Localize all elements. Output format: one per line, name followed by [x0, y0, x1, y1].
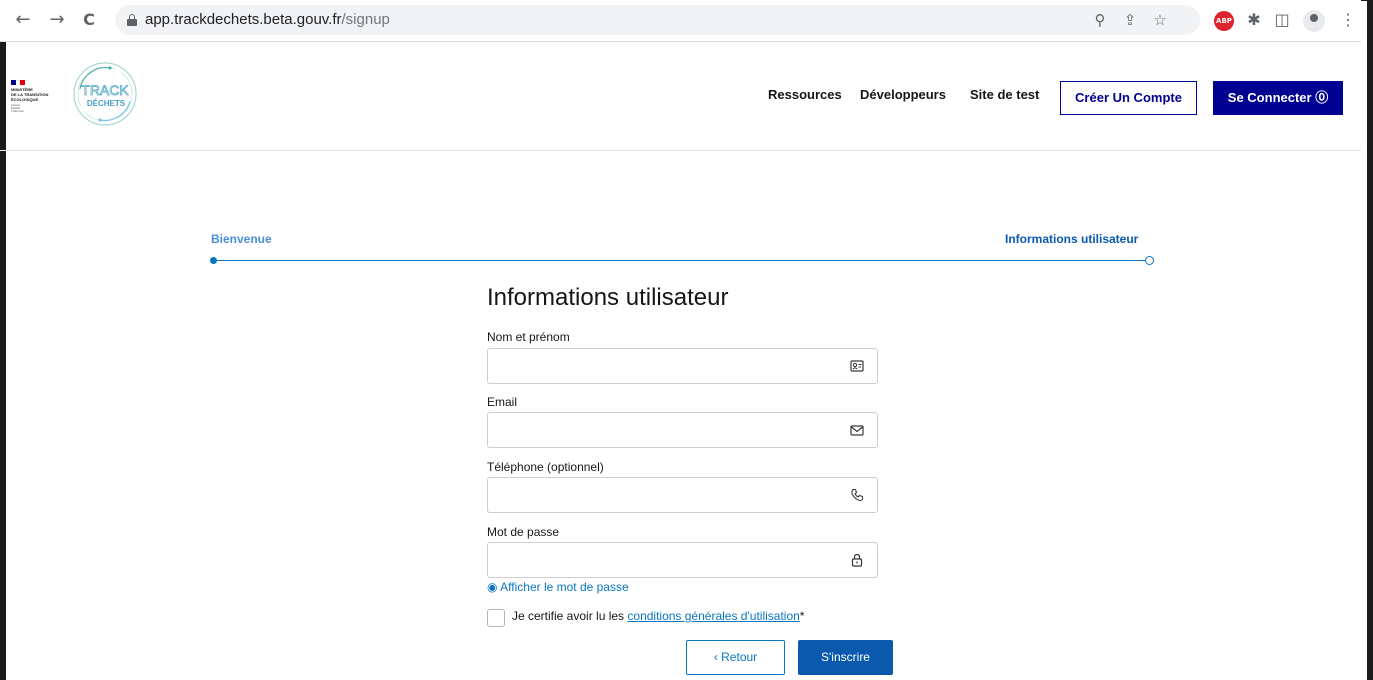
ministry-line: ÉCOLOGIQUE [11, 97, 39, 102]
back-button[interactable]: ‹ Retour [686, 640, 785, 675]
signup-button[interactable]: S'inscrire [798, 640, 893, 675]
show-password-toggle[interactable]: ◉ Afficher le mot de passe [487, 580, 629, 594]
logo-track-text: TRACK [81, 82, 129, 98]
flag-icon [11, 80, 26, 85]
cgu-prefix: Je certifie avoir lu les [512, 609, 628, 623]
email-label: Email [487, 395, 518, 409]
bookmark-star-icon[interactable]: ☆ [1150, 10, 1170, 30]
ministry-name: MINISTÈRE DE LA TRANSITION ÉCOLOGIQUE [11, 87, 71, 102]
phone-label: Téléphone (optionnel) [487, 460, 604, 474]
page-title: Informations utilisateur [487, 284, 729, 311]
password-label: Mot de passe [487, 525, 560, 539]
profile-avatar-icon[interactable] [1303, 10, 1325, 32]
republic-motto: Liberté Égalité Fraternité [11, 104, 71, 113]
phone-icon [851, 488, 864, 502]
adblock-plus-icon[interactable]: ABP [1214, 11, 1234, 31]
step-informations-utilisateur[interactable]: Informations utilisateur [1005, 232, 1138, 246]
trackdechets-logo[interactable]: TRACK DÉCHETS [70, 59, 140, 129]
login-button[interactable]: Se Connecter ⓪ [1213, 81, 1343, 115]
mail-icon [850, 425, 864, 436]
cgu-required-mark: * [799, 609, 805, 623]
share-icon[interactable]: ⇪ [1120, 10, 1140, 30]
url-text[interactable]: app.trackdechets.beta.gouv.fr/signup [145, 11, 390, 28]
browser-toolbar: ← → C app.trackdechets.beta.gouv.fr/sign… [0, 0, 1361, 42]
forward-icon[interactable]: → [46, 9, 68, 31]
url-host: app.trackdechets.beta.gouv.fr [145, 11, 342, 28]
extensions-icon[interactable]: ✱ [1244, 10, 1264, 30]
site-header: MINISTÈRE DE LA TRANSITION ÉCOLOGIQUE Li… [0, 43, 1361, 151]
url-path: /signup [341, 11, 390, 28]
create-account-button[interactable]: Créer Un Compte [1060, 81, 1197, 115]
nav-link-site-de-test[interactable]: Site de test [970, 87, 1039, 102]
step-current-dot [1145, 256, 1154, 265]
nav-link-ressources[interactable]: Ressources [768, 87, 842, 102]
motto-line: Fraternité [11, 109, 24, 113]
name-field[interactable] [487, 348, 878, 384]
name-input[interactable] [488, 349, 838, 383]
id-card-icon [850, 360, 864, 372]
cgu-text: Je certifie avoir lu les conditions géné… [512, 609, 804, 623]
side-panel-icon[interactable]: ◫ [1272, 10, 1292, 30]
cgu-link[interactable]: conditions générales d'utilisation [627, 609, 799, 623]
browser-menu-icon[interactable]: ⋮ [1340, 10, 1356, 30]
address-bar[interactable]: app.trackdechets.beta.gouv.fr/signup ⚲ ⇪… [115, 5, 1200, 35]
step-done-dot [210, 257, 217, 264]
nav-link-developpeurs[interactable]: Développeurs [860, 87, 946, 102]
name-label: Nom et prénom [487, 330, 570, 344]
cgu-checkbox[interactable] [487, 609, 505, 627]
email-input[interactable] [488, 413, 838, 447]
password-field[interactable] [487, 542, 878, 578]
stepper-progress-line [213, 260, 1150, 261]
logo-dechets-text: DÉCHETS [87, 99, 126, 108]
back-icon[interactable]: ← [12, 9, 34, 31]
lock-icon [851, 553, 863, 567]
reload-icon[interactable]: C [78, 9, 100, 31]
step-bienvenue[interactable]: Bienvenue [211, 232, 272, 246]
ministry-logo[interactable]: MINISTÈRE DE LA TRANSITION ÉCOLOGIQUE Li… [11, 80, 71, 113]
email-field[interactable] [487, 412, 878, 448]
phone-input[interactable] [488, 478, 838, 512]
lock-icon[interactable] [127, 14, 137, 26]
password-input[interactable] [488, 543, 838, 577]
phone-field[interactable] [487, 477, 878, 513]
zoom-icon[interactable]: ⚲ [1090, 10, 1110, 30]
